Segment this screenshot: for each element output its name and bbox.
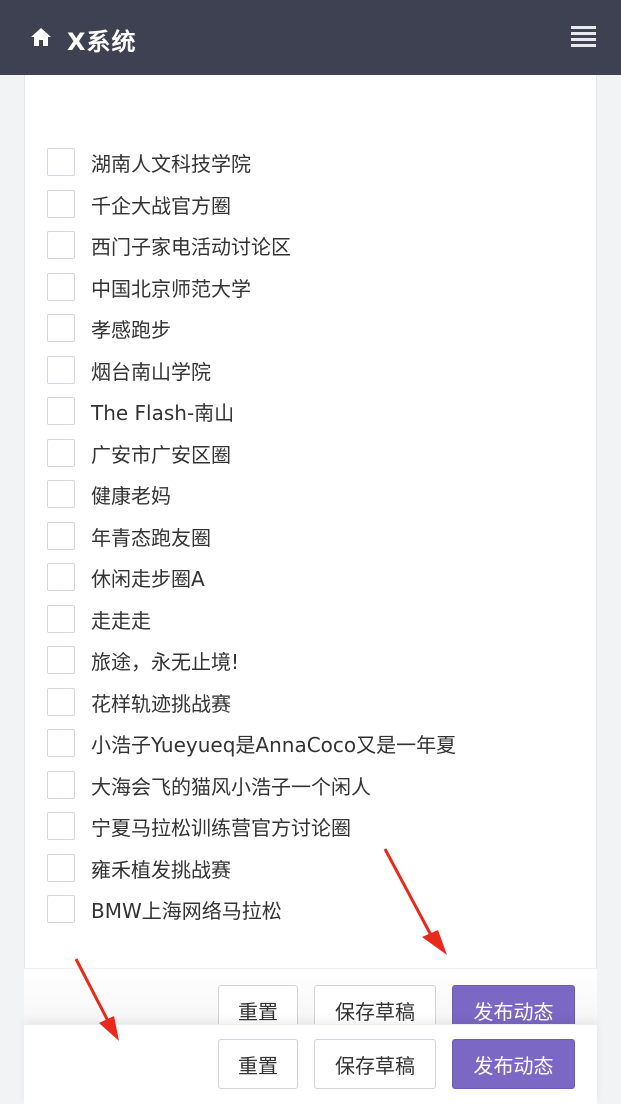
group-checkbox[interactable] <box>47 605 75 633</box>
group-checkbox[interactable] <box>47 646 75 674</box>
group-checkbox[interactable] <box>47 563 75 591</box>
group-item[interactable]: 大海会飞的猫风小浩子一个闲人 <box>47 769 371 801</box>
group-label: 雍禾植发挑战赛 <box>91 857 231 882</box>
group-item[interactable]: 孝感跑步 <box>47 312 171 344</box>
group-checkbox[interactable] <box>47 190 75 218</box>
group-label: 旅途，永无止境! <box>91 649 240 674</box>
group-label: 小浩子Yueyueq是AnnaCoco又是一年夏 <box>91 732 457 757</box>
group-label: 烟台南山学院 <box>91 359 211 384</box>
group-selection-panel: 湖南人文科技学院 千企大战官方圈西门子家电活动讨论区 中国北京师范大学 孝感跑步烟台南… <box>24 75 597 1104</box>
group-label: 年青态跑友圈 <box>91 525 211 550</box>
group-label: 走走走 <box>91 608 151 633</box>
group-checkbox[interactable] <box>47 273 75 301</box>
group-item[interactable]: 年青态跑友圈 <box>47 520 211 552</box>
group-item[interactable]: 休闲走步圈A <box>47 561 205 593</box>
group-label: 西门子家电活动讨论区 <box>91 234 291 259</box>
group-item[interactable]: BMW上海网络马拉松 <box>47 893 282 925</box>
group-checkbox[interactable] <box>47 812 75 840</box>
group-item[interactable]: 广安市广安区圈 <box>47 437 231 469</box>
group-checkbox[interactable] <box>47 148 75 176</box>
group-label: 花样轨迹挑战赛 <box>91 691 231 716</box>
group-item[interactable]: 烟台南山学院 <box>47 354 211 386</box>
group-checkbox[interactable] <box>47 522 75 550</box>
group-label: 广安市广安区圈 <box>91 442 231 467</box>
group-checkbox[interactable] <box>47 729 75 757</box>
action-bar-lower: 重置 保存草稿 发布动态 <box>24 1024 597 1104</box>
group-checkbox[interactable] <box>47 231 75 259</box>
hamburger-menu-icon[interactable] <box>571 26 596 48</box>
save-draft-button[interactable]: 保存草稿 <box>314 1039 436 1089</box>
group-item[interactable]: 走走走 <box>47 603 151 635</box>
group-item[interactable]: 旅途，永无止境! <box>47 644 239 676</box>
group-label: 千企大战官方圈 <box>91 193 231 218</box>
group-checkbox[interactable] <box>47 854 75 882</box>
group-checkbox[interactable] <box>47 771 75 799</box>
action-bar-upper: 重置 保存草稿 发布动态 <box>24 968 597 1035</box>
app-title: X系统 <box>67 28 137 56</box>
group-label: 中国北京师范大学 <box>91 276 251 301</box>
group-item[interactable]: 花样轨迹挑战赛 <box>47 686 231 718</box>
group-item[interactable]: 宁夏马拉松训练营官方讨论圈 <box>47 810 351 842</box>
group-label: 大海会飞的猫风小浩子一个闲人 <box>91 774 371 799</box>
group-checkbox[interactable] <box>47 356 75 384</box>
group-label: The Flash-南山 <box>91 400 235 425</box>
group-checkbox[interactable] <box>47 895 75 923</box>
group-item[interactable]: 雍禾植发挑战赛 <box>47 852 231 884</box>
group-item[interactable]: 千企大战官方圈 <box>47 188 231 220</box>
group-item[interactable]: 小浩子Yueyueq是AnnaCoco又是一年夏 <box>47 727 456 759</box>
group-item[interactable]: 西门子家电活动讨论区 <box>47 229 291 261</box>
group-item[interactable]: 中国北京师范大学 <box>47 271 251 303</box>
group-checkbox[interactable] <box>47 397 75 425</box>
group-label: 健康老妈 <box>91 483 171 508</box>
group-checkbox[interactable] <box>47 480 75 508</box>
reset-button[interactable]: 重置 <box>218 1039 298 1089</box>
home-icon[interactable] <box>30 27 52 47</box>
group-checkbox[interactable] <box>47 688 75 716</box>
group-checkbox[interactable] <box>47 439 75 467</box>
group-label: BMW上海网络马拉松 <box>91 898 282 923</box>
group-label: 孝感跑步 <box>91 317 171 342</box>
group-checkbox[interactable] <box>47 314 75 342</box>
group-label: 湖南人文科技学院 <box>91 151 251 176</box>
app-header: X系统 <box>0 0 621 75</box>
group-label: 休闲走步圈A <box>91 566 205 591</box>
group-label: 宁夏马拉松训练营官方讨论圈 <box>91 815 351 840</box>
group-item[interactable]: The Flash-南山 <box>47 395 234 427</box>
group-item[interactable]: 湖南人文科技学院 <box>47 146 251 178</box>
group-item[interactable]: 健康老妈 <box>47 478 171 510</box>
publish-button[interactable]: 发布动态 <box>452 1039 575 1089</box>
